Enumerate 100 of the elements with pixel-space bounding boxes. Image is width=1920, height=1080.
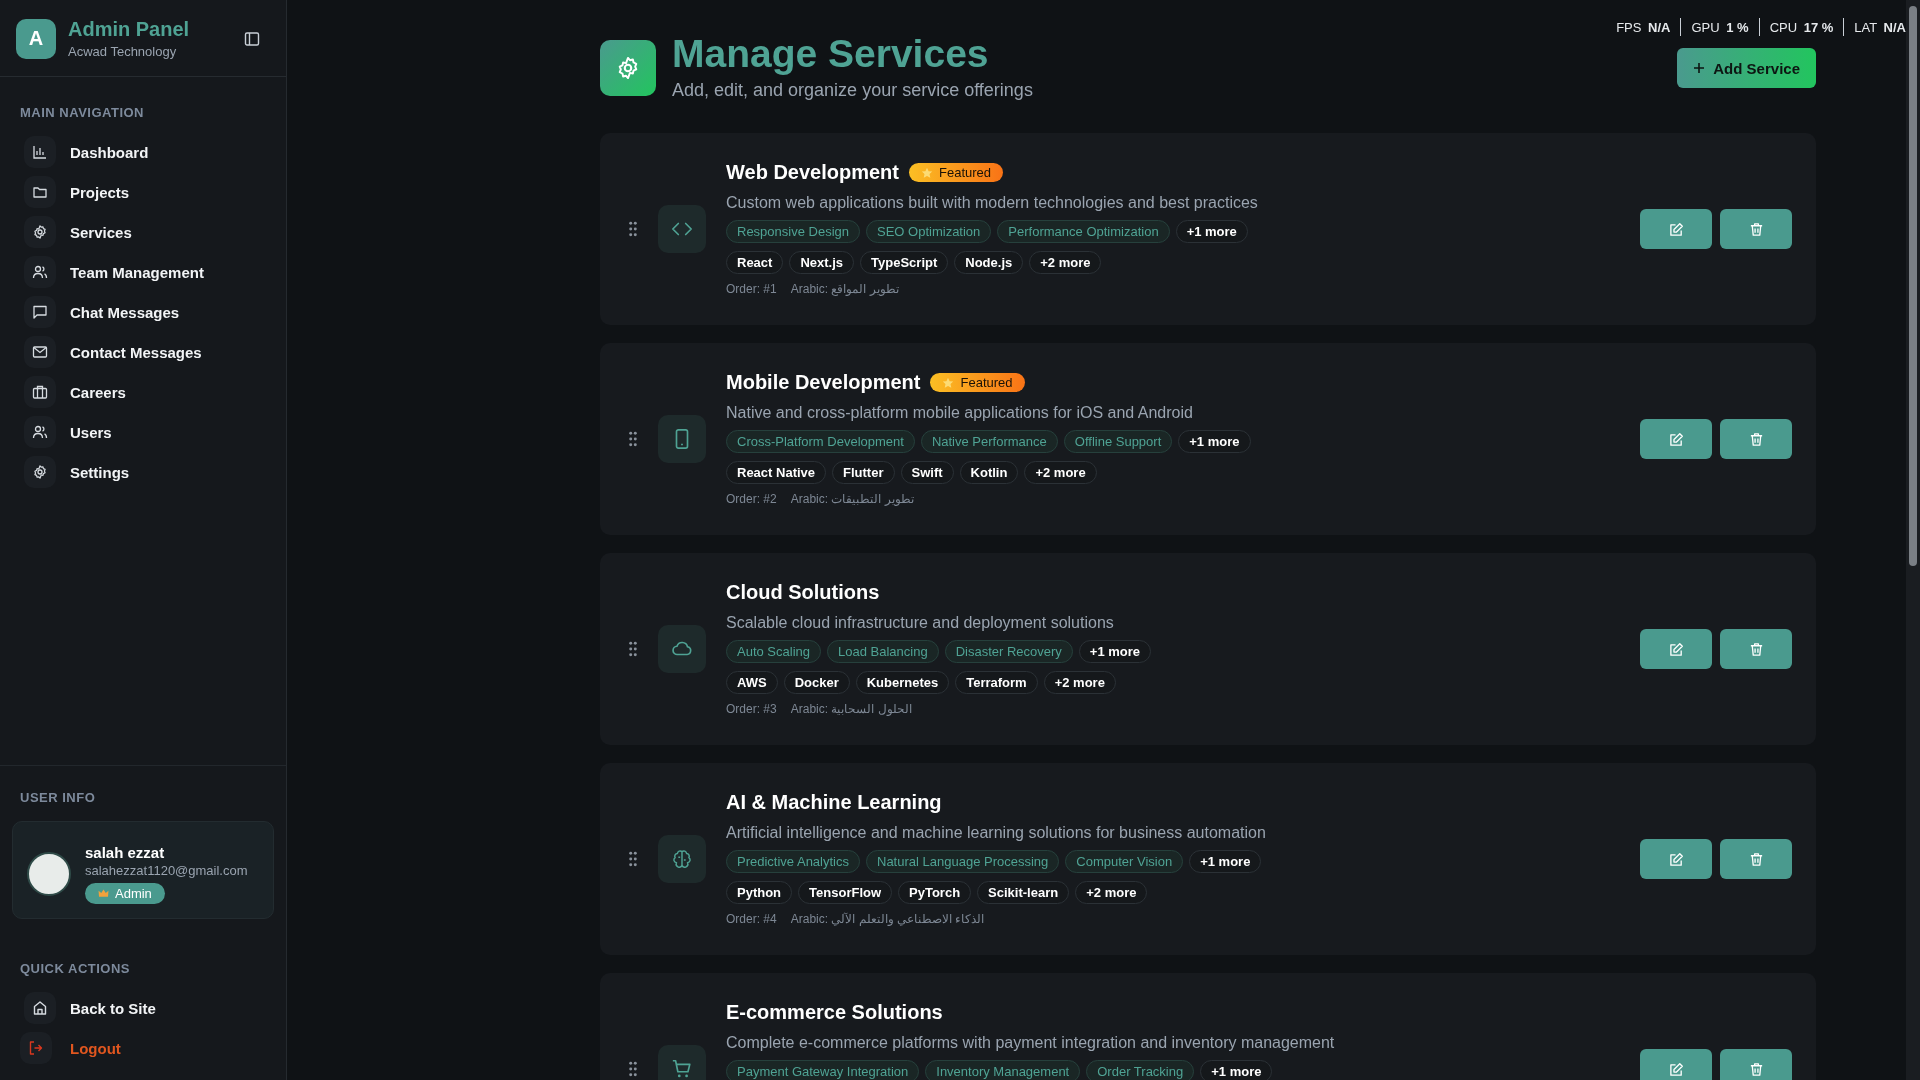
delete-button[interactable]: [1720, 419, 1792, 459]
nav-item[interactable]: Contact Messages: [0, 336, 286, 368]
more-tag: +2 more: [1029, 251, 1102, 274]
technology-tag: Python: [726, 881, 793, 904]
nav-item[interactable]: Chat Messages: [0, 296, 286, 328]
arabic-title: Arabic: تطوير التطبيقات: [790, 492, 914, 506]
technology-tag: Kotlin: [959, 461, 1019, 484]
technology-tag: Docker: [783, 671, 850, 694]
nav-item[interactable]: Settings: [0, 456, 286, 488]
star-icon: [921, 166, 933, 179]
feature-tag: Load Balancing: [827, 640, 939, 663]
delete-button[interactable]: [1720, 839, 1792, 879]
feature-tag: Computer Vision: [1065, 850, 1184, 873]
feature-tag: Auto Scaling: [726, 640, 821, 663]
more-tag: +1 more: [1178, 430, 1251, 453]
scrollbar[interactable]: [1906, 0, 1920, 1080]
arabic-title: Arabic: الحلول السحابية: [790, 702, 912, 716]
drag-handle-icon[interactable]: [628, 221, 638, 237]
drag-handle-icon[interactable]: [628, 641, 638, 657]
briefcase-icon: [32, 384, 48, 400]
more-tag: +1 more: [1200, 1060, 1273, 1080]
technology-tag: Kubernetes: [855, 671, 950, 694]
brain-icon: [671, 848, 693, 870]
delete-button[interactable]: [1720, 1049, 1792, 1080]
technology-tag: Next.js: [789, 251, 855, 274]
edit-icon: [1668, 641, 1684, 657]
edit-button[interactable]: [1640, 209, 1712, 249]
technology-tag: PyTorch: [898, 881, 972, 904]
service-title: Web Development: [726, 161, 899, 184]
trash-icon: [1748, 431, 1764, 447]
delete-button[interactable]: [1720, 209, 1792, 249]
settings-icon: [32, 464, 48, 480]
feature-tag: SEO Optimization: [866, 220, 992, 243]
more-tag: +1 more: [1078, 640, 1152, 663]
avatar: [27, 852, 71, 896]
order-number: Order: #3: [726, 702, 777, 716]
service-title: Cloud Solutions: [726, 581, 880, 604]
users-icon: [32, 424, 48, 440]
feature-tag: Performance Optimization: [997, 220, 1170, 243]
folder-icon: [32, 184, 48, 200]
more-tag: +2 more: [1075, 881, 1148, 904]
feature-tag: Order Tracking: [1086, 1060, 1195, 1080]
crown-icon: [98, 889, 109, 898]
section-heading: MAIN NAVIGATION: [19, 104, 145, 122]
edit-button[interactable]: [1640, 1049, 1712, 1080]
users-icon: [32, 264, 48, 280]
logout-link[interactable]: Logout: [0, 1032, 286, 1064]
page-title: Manage Services: [672, 32, 990, 76]
technology-tag: Node.js: [954, 251, 1024, 274]
more-tag: +1 more: [1175, 220, 1248, 243]
technology-tag: AWS: [726, 671, 778, 694]
feature-tag: Predictive Analytics: [726, 850, 860, 873]
stat-readout: CPU 17 %: [1769, 19, 1834, 35]
technology-tag: Scikit-learn: [977, 881, 1070, 904]
drag-handle-icon[interactable]: [628, 431, 638, 447]
arabic-title: Arabic: تطوير المواقع: [790, 282, 899, 296]
feature-tag: Responsive Design: [726, 220, 860, 243]
nav-item[interactable]: Services: [0, 216, 286, 248]
nav-item[interactable]: Careers: [0, 376, 286, 408]
edit-button[interactable]: [1640, 839, 1712, 879]
chat-icon: [32, 304, 48, 320]
order-number: Order: #1: [726, 282, 777, 296]
plus-icon: [1693, 62, 1706, 74]
technology-tag: React: [726, 251, 784, 274]
technology-tag: Terraform: [955, 671, 1038, 694]
brand-subtitle: Acwad Technology: [68, 44, 178, 59]
feature-tag: Natural Language Processing: [866, 850, 1060, 873]
section-heading: USER INFO: [19, 789, 97, 807]
add-service-button[interactable]: Add Service: [1677, 48, 1816, 88]
more-tag: +1 more: [1189, 850, 1262, 873]
user-name: salah ezzat: [85, 844, 166, 861]
feature-tag: Disaster Recovery: [944, 640, 1073, 663]
bar-chart-icon: [32, 144, 48, 160]
trash-icon: [1748, 1061, 1764, 1077]
trash-icon: [1748, 221, 1764, 237]
arabic-title: Arabic: الذكاء الاصطناعي والتعلم الآلي: [790, 912, 985, 926]
order-number: Order: #4: [726, 912, 777, 926]
feature-tag: Offline Support: [1063, 430, 1173, 453]
drag-handle-icon[interactable]: [628, 1061, 638, 1077]
home-icon: [32, 1000, 48, 1016]
nav-item[interactable]: Dashboard: [0, 136, 286, 168]
service-description: Artificial intelligence and machine learning solutions for business automation: [726, 824, 1267, 842]
technology-tag: TensorFlow: [798, 881, 893, 904]
edit-button[interactable]: [1640, 419, 1712, 459]
nav-item[interactable]: Back to Site: [0, 992, 286, 1024]
nav-item[interactable]: Projects: [0, 176, 286, 208]
edit-icon: [1668, 431, 1684, 447]
service-description: Custom web applications built with modern technologies and best practices: [726, 194, 1259, 212]
nav-item[interactable]: Users: [0, 416, 286, 448]
featured-label: Featured: [960, 375, 1013, 390]
brand-title: Admin Panel: [68, 18, 191, 41]
edit-button[interactable]: [1640, 629, 1712, 669]
section-heading: QUICK ACTIONS: [19, 960, 132, 978]
delete-button[interactable]: [1720, 629, 1792, 669]
shopping-cart-icon: [671, 1058, 693, 1080]
page-subtitle: Add, edit, and organize your service offerings: [672, 80, 1034, 101]
nav-item[interactable]: Team Management: [0, 256, 286, 288]
drag-handle-icon[interactable]: [628, 851, 638, 867]
stat-readout: FPS N/A: [1616, 19, 1671, 35]
technology-tag: Flutter: [832, 461, 895, 484]
